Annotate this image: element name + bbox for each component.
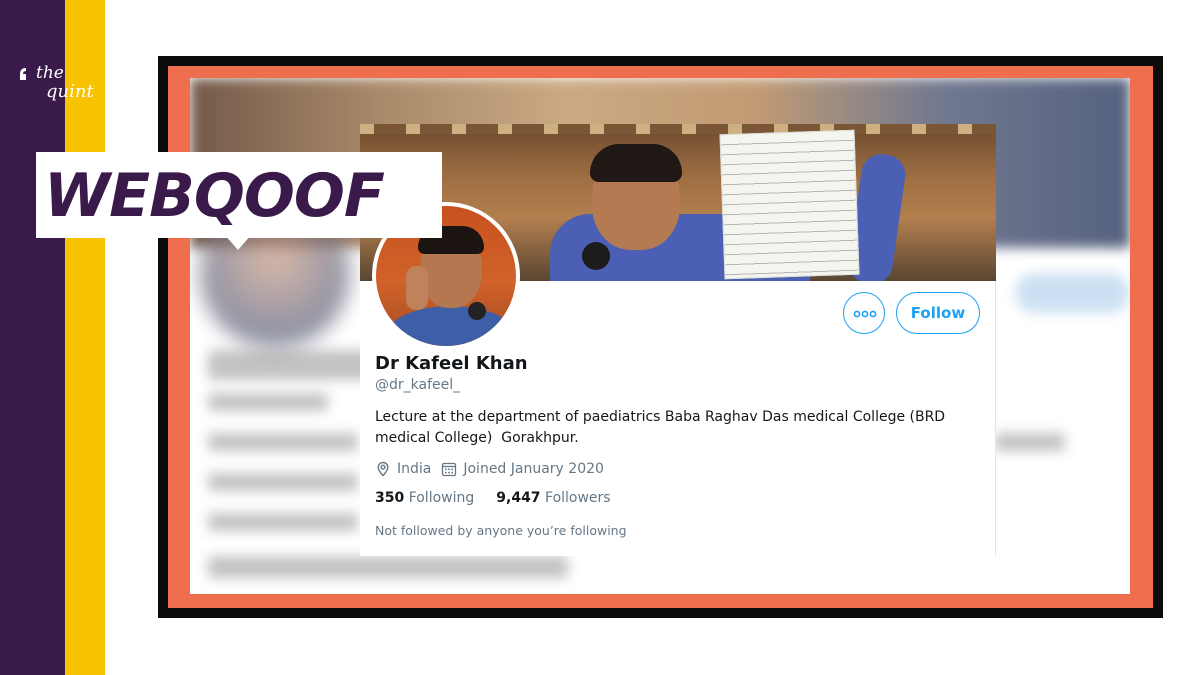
following-link[interactable]: 350 Following [375, 490, 474, 506]
more-options-icon [853, 310, 877, 318]
blurred-text [995, 433, 1065, 451]
webqoof-badge: WEBQOOF [36, 152, 442, 238]
logo-text-quint: quint [46, 81, 94, 102]
followers-link[interactable]: 9,447 Followers [496, 490, 610, 506]
blurred-button [1015, 273, 1130, 313]
quint-quote-icon [20, 68, 26, 80]
joined-text: Joined January 2020 [463, 461, 604, 477]
location-text: India [397, 461, 432, 477]
blurred-text [208, 473, 358, 491]
profile-name: Dr Kafeel Khan [375, 353, 528, 374]
avatar-microphone [468, 302, 486, 320]
header-person-hair [590, 144, 682, 182]
more-options-button[interactable] [843, 292, 885, 334]
profile-joined: Joined January 2020 [441, 461, 604, 477]
header-lights [360, 124, 996, 134]
follow-button[interactable]: Follow [896, 292, 980, 334]
twitter-profile-card: Follow Dr Kafeel Khan @dr_kafeel_ Lectur… [360, 124, 996, 556]
webqoof-badge-text: WEBQOOF [44, 161, 385, 231]
logo-text-the: the [36, 63, 64, 83]
blurred-text [208, 393, 328, 411]
blurred-text [208, 433, 358, 451]
the-quint-logo: the quint [16, 62, 94, 108]
calendar-icon [442, 462, 457, 477]
not-followed-note: Not followed by anyone you’re following [375, 523, 627, 538]
blurred-text [208, 513, 358, 531]
profile-handle: @dr_kafeel_ [375, 377, 461, 393]
followers-label: Followers [545, 490, 611, 506]
avatar-shirt [386, 306, 516, 346]
followers-count: 9,447 [496, 490, 541, 506]
avatar-hand [406, 266, 428, 310]
following-count: 350 [375, 490, 405, 506]
profile-meta: India Joined January 2020 [375, 459, 614, 479]
following-label: Following [408, 490, 475, 506]
header-microphone [582, 242, 610, 270]
header-document [719, 129, 860, 280]
profile-bio: Lecture at the department of paediatrics… [375, 409, 946, 446]
location-pin-icon [377, 461, 389, 477]
blurred-text [208, 556, 568, 578]
profile-location: India [375, 461, 431, 477]
profile-stats: 350 Following 9,447 Followers [375, 490, 633, 506]
